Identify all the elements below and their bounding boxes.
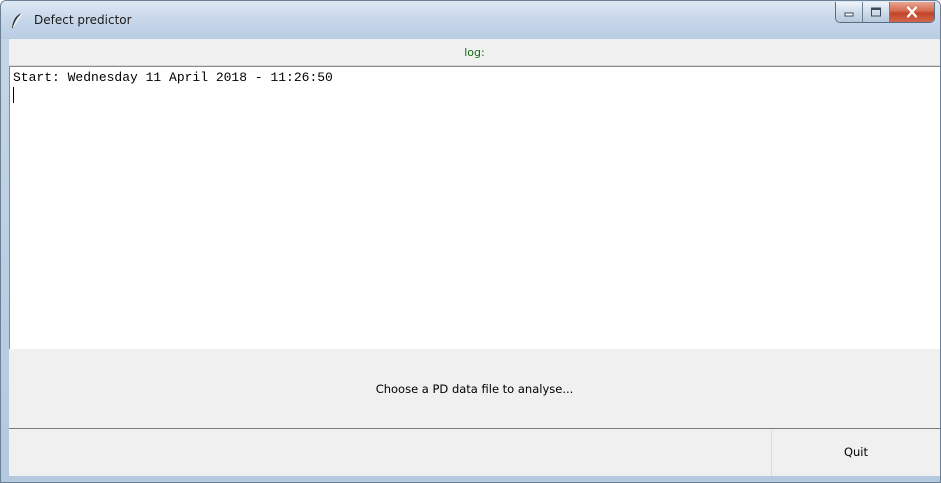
choose-file-button-label: Choose a PD data file to analyse... xyxy=(375,382,574,396)
choose-file-button[interactable]: Choose a PD data file to analyse... xyxy=(9,349,940,429)
log-label-bar: log: xyxy=(9,39,940,66)
log-label: log: xyxy=(464,46,485,59)
close-icon xyxy=(906,6,918,18)
app-window: Defect predictor log: Start: Wednesday 1… xyxy=(0,0,941,483)
window-title: Defect predictor xyxy=(34,13,132,27)
maximize-icon xyxy=(871,7,881,17)
log-textarea[interactable]: Start: Wednesday 11 April 2018 - 11:26:5… xyxy=(9,66,940,349)
feather-icon xyxy=(12,12,23,28)
bottom-bar: Quit xyxy=(9,429,940,476)
minimize-button[interactable] xyxy=(836,2,863,22)
minimize-icon xyxy=(844,12,854,17)
close-button[interactable] xyxy=(890,2,934,22)
log-line: Start: Wednesday 11 April 2018 - 11:26:5… xyxy=(13,70,333,85)
title-bar[interactable]: Defect predictor xyxy=(1,1,940,39)
window-controls xyxy=(835,2,935,23)
maximize-button[interactable] xyxy=(863,2,890,22)
text-caret xyxy=(13,87,14,103)
client-area: log: Start: Wednesday 11 April 2018 - 11… xyxy=(9,39,940,476)
quit-button[interactable]: Quit xyxy=(771,429,940,476)
quit-button-label: Quit xyxy=(843,445,869,459)
